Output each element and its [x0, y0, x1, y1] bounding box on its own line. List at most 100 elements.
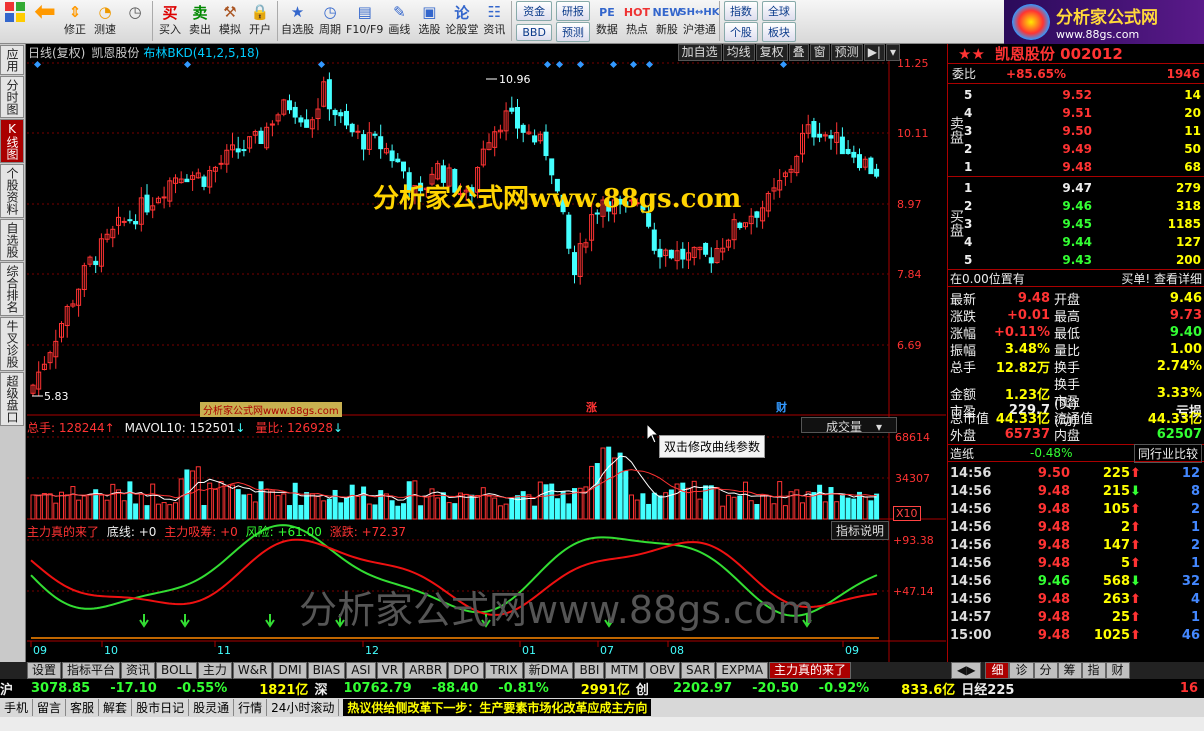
status-mobile[interactable]: 手机 — [0, 699, 34, 716]
toolbar-button-layout[interactable] — [0, 0, 30, 42]
volume-dropdown[interactable]: 成交量 ▾ — [801, 417, 897, 434]
status-unlock[interactable]: 解套 — [99, 699, 133, 716]
indicator-tab[interactable]: ASI — [346, 662, 376, 679]
tab-timeshare[interactable]: 分时图 — [0, 76, 24, 118]
play-icon[interactable]: ▶| — [863, 44, 885, 61]
indicator-tab[interactable]: OBV — [644, 662, 681, 679]
x10-label[interactable]: X10 — [893, 506, 921, 521]
right-tab[interactable]: 筹 — [1057, 662, 1082, 679]
window-button[interactable]: 窗 — [809, 44, 830, 61]
sell-level-row[interactable]: 1 9.48 68 — [948, 158, 1204, 176]
tab-stock-info[interactable]: 个股资料 — [0, 164, 24, 218]
adjust-button[interactable]: 复权 — [755, 44, 788, 61]
toolbar-button-news[interactable]: ☷ 资讯 — [479, 0, 509, 42]
right-tab[interactable]: 分 — [1033, 662, 1058, 679]
indicator-tab[interactable]: 指标平台 — [62, 662, 121, 679]
toolbar-button-sell[interactable]: 卖卖出 — [185, 0, 215, 42]
toolbar-button-newstock[interactable]: NEW 新股 — [652, 0, 682, 42]
view-detail-link[interactable]: 买单! 查看详细 — [1121, 270, 1202, 287]
tab-ranking[interactable]: 综合排名 — [0, 262, 24, 316]
status-message[interactable]: 留言 — [33, 699, 67, 716]
tab-app[interactable]: 应用 — [0, 45, 24, 75]
index-button[interactable]: 指数 — [723, 0, 758, 21]
status-service[interactable]: 客服 — [66, 699, 100, 716]
toolbar-button-account[interactable]: 🔒 开户 — [245, 0, 275, 42]
tab-kline[interactable]: K线图 — [0, 119, 24, 163]
indicator-tab[interactable]: BIAS — [307, 662, 346, 679]
right-tab[interactable]: 财 — [1105, 662, 1130, 679]
sector-button[interactable]: 板块 — [761, 21, 796, 42]
ma-button[interactable]: 均线 — [722, 44, 755, 61]
kline-svg[interactable]: 11.2510.118.977.846.696861434307+93.38+4… — [27, 44, 946, 662]
candle-body — [133, 220, 139, 225]
toolbar-button-back[interactable]: ⬅ — [30, 0, 60, 42]
buy-level-row[interactable]: 3 9.45 1185 — [948, 215, 1204, 233]
status-diary[interactable]: 股市日记 — [132, 699, 190, 716]
toolbar-button-data[interactable]: PE 数据 — [592, 0, 622, 42]
indicator-tab[interactable]: BOLL — [156, 662, 197, 679]
indicator-tab[interactable]: 设置 — [27, 662, 62, 679]
toolbar-button-sim[interactable]: ⚒ 模拟 — [215, 0, 245, 42]
indicator-tab[interactable]: W&R — [232, 662, 273, 679]
tab-super-level[interactable]: 超级盘口 — [0, 372, 24, 426]
bbd-button[interactable]: BBD — [516, 23, 552, 41]
status-24h[interactable]: 24小时滚动 — [267, 699, 340, 716]
indicator-tab[interactable]: 主力 — [197, 662, 232, 679]
indicator-tab[interactable]: DMI — [273, 662, 307, 679]
toolbar-button-select[interactable]: ▣ 选股 — [414, 0, 444, 42]
overlay-button[interactable]: 叠 — [788, 44, 809, 61]
buy-level-row[interactable]: 5 9.43 200 — [948, 251, 1204, 269]
right-tab[interactable]: 诊 — [1009, 662, 1034, 679]
indicator-tab[interactable]: 主力真的来了 — [769, 662, 852, 679]
add-watch-button[interactable]: 加自选 — [677, 44, 722, 61]
tab-watchlist[interactable]: 自选股 — [0, 219, 24, 261]
toolbar-button-hot[interactable]: HOT 热点 — [622, 0, 652, 42]
chevron-down-icon[interactable]: ▾ — [885, 44, 900, 61]
tab-diagnosis[interactable]: 牛叉诊股 — [0, 317, 24, 371]
indicator-tab[interactable]: SAR — [681, 662, 716, 679]
toolbar-button-fix[interactable]: ⇕ 修正 — [60, 0, 90, 42]
toolbar-button-watchlist[interactable]: ★ 自选股 — [280, 0, 315, 42]
buy-level-row[interactable]: 1 9.47 279 — [948, 179, 1204, 197]
toolbar-button-buy[interactable]: 买买入 — [155, 0, 185, 42]
buy-level-row[interactable]: 4 9.44 127 — [948, 233, 1204, 251]
global-button[interactable]: 全球 — [761, 0, 796, 21]
status-quote[interactable]: 行情 — [234, 699, 268, 716]
forecast-chart-button[interactable]: 预测 — [830, 44, 863, 61]
forecast-button[interactable]: 预测 — [555, 21, 590, 42]
sell-level-row[interactable]: 3 9.50 11 — [948, 122, 1204, 140]
right-tab[interactable]: 指 — [1081, 662, 1106, 679]
chart-area[interactable]: 11.25 10.11 8.97 7.84 6.69 68614 34307 +93.38 +4… — [27, 44, 946, 662]
indicator-tab[interactable]: 新DMA — [523, 662, 574, 679]
indicator-tab[interactable]: BBI — [574, 662, 605, 679]
buy-level-row[interactable]: 2 9.46 318 — [948, 197, 1204, 215]
status-glt[interactable]: 股灵通 — [189, 699, 235, 716]
sell-level-row[interactable]: 2 9.49 50 — [948, 140, 1204, 158]
news-ticker[interactable]: 热议供给侧改革下一步：生产要素市场化改革应成主方向 — [343, 699, 652, 716]
tab-nav-icon[interactable]: ◀▶ — [951, 662, 982, 679]
toolbar-button-f10[interactable]: ▤ F10/F9 — [345, 0, 384, 42]
volume-bar — [731, 496, 737, 520]
toolbar-button-speed[interactable]: ◔ 测速 — [90, 0, 120, 42]
indicator-tab[interactable]: 资讯 — [121, 662, 156, 679]
sell-level-row[interactable]: 4 9.51 20 — [948, 104, 1204, 122]
report-button[interactable]: 研报 — [555, 0, 590, 21]
toolbar-button-draw[interactable]: ✎ 画线 — [384, 0, 414, 42]
indicator-tab[interactable]: TRIX — [485, 662, 523, 679]
indicator-tab[interactable]: DPO — [448, 662, 485, 679]
toolbar-button-clock2[interactable]: ◷ — [120, 0, 150, 42]
sell-level-row[interactable]: 5 9.52 14 — [948, 86, 1204, 104]
star-icon: ★ — [290, 3, 305, 21]
indicator-tab[interactable]: MTM — [605, 662, 644, 679]
stock-button[interactable]: 个股 — [723, 21, 758, 42]
indicator-tab[interactable]: VR — [376, 662, 404, 679]
indicator-tab[interactable]: ARBR — [404, 662, 448, 679]
industry-compare-button[interactable]: 同行业比较 — [1133, 443, 1202, 463]
indicator-help-button[interactable]: 指标说明 — [831, 521, 890, 540]
toolbar-button-hk[interactable]: SH↔HK 沪港通 — [679, 0, 719, 42]
indicator-tab[interactable]: EXPMA — [716, 662, 769, 679]
toolbar-button-period[interactable]: ◷ 周期 — [315, 0, 345, 42]
toolbar-button-forum[interactable]: 论论股堂 — [444, 0, 479, 42]
right-tab[interactable]: 细 — [985, 662, 1010, 679]
fund-button[interactable]: 资金 — [516, 1, 552, 22]
